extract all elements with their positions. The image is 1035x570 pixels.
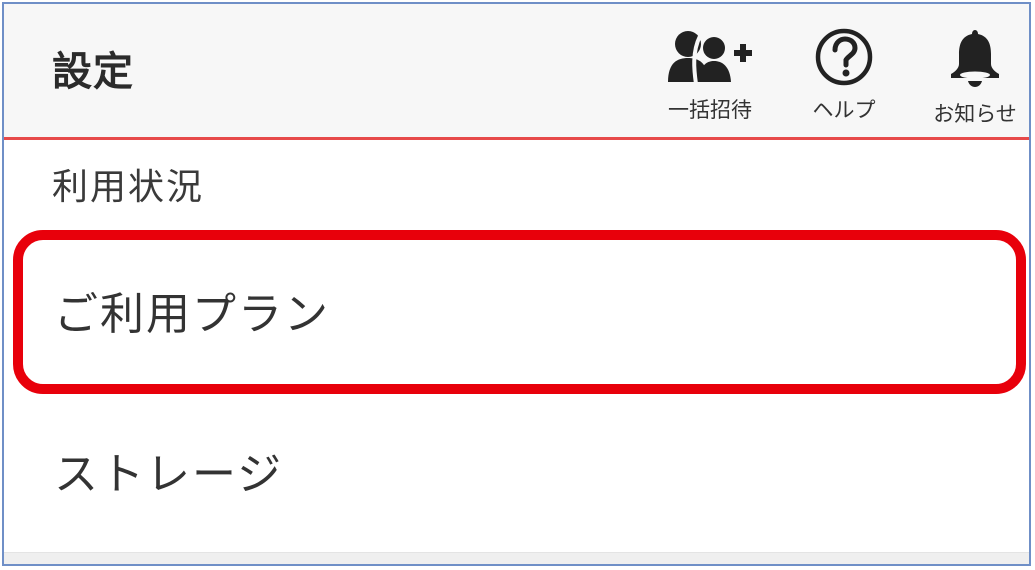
menu-item-label: ストレージ: [54, 449, 284, 500]
header-divider: [4, 137, 1029, 140]
page-title: 設定: [52, 49, 134, 95]
menu-item-label: ご利用プラン: [54, 289, 330, 340]
question-circle-icon: [813, 26, 875, 92]
notifications-label: お知らせ: [933, 102, 1017, 126]
header-bar: 設定 一括招待 ヘルプ お知らせ: [4, 4, 1029, 139]
list-bottom-divider: [4, 552, 1029, 564]
bulk-invite-button[interactable]: 一括招待: [654, 26, 766, 126]
menu-item-storage[interactable]: ストレージ: [4, 404, 1029, 554]
section-heading-usage: 利用状況: [52, 167, 205, 208]
bulk-invite-label: 一括招待: [668, 98, 752, 122]
help-label: ヘルプ: [812, 98, 876, 122]
notifications-button[interactable]: お知らせ: [919, 26, 1029, 126]
add-users-icon: [664, 26, 756, 92]
menu-item-plan[interactable]: ご利用プラン: [4, 236, 1029, 386]
bell-icon: [947, 26, 1003, 92]
settings-panel: 設定 一括招待 ヘルプ お知らせ 利用状況 ご利用プラン ストレージ: [2, 2, 1031, 566]
help-button[interactable]: ヘルプ: [799, 26, 889, 126]
